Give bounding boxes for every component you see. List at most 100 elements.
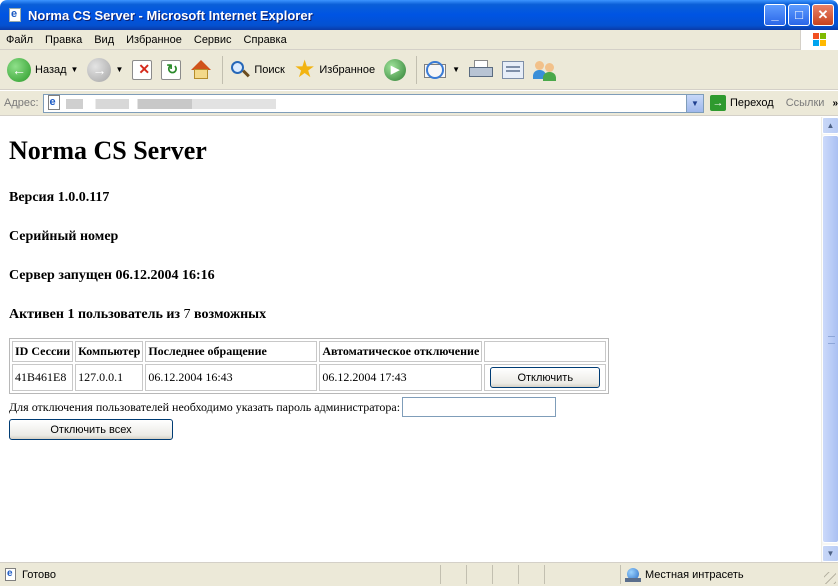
edit-icon: [502, 60, 525, 79]
address-label: Адрес:: [4, 97, 39, 109]
favorites-button[interactable]: ★ Избранное: [291, 54, 378, 86]
menu-favorites[interactable]: Избранное: [126, 34, 182, 46]
users-icon: [533, 59, 557, 81]
server-started-text: Сервер запущен 06.12.2004 16:16: [9, 268, 215, 283]
toolbar-separator: [222, 55, 224, 84]
status-pane: [440, 565, 466, 584]
disconnect-button[interactable]: Отключить: [490, 367, 601, 388]
print-button[interactable]: [466, 54, 496, 86]
status-text: Готово: [22, 568, 56, 581]
edit-button[interactable]: [499, 54, 527, 86]
chevron-down-icon[interactable]: ▼: [115, 65, 123, 74]
search-label: Поиск: [254, 63, 285, 76]
admin-password-field[interactable]: [402, 397, 557, 417]
links-label[interactable]: Ссылки: [786, 97, 825, 109]
refresh-icon: ↻: [161, 59, 182, 80]
media-icon: ▶: [384, 58, 407, 81]
home-button[interactable]: [187, 54, 215, 86]
menu-bar: Файл Правка Вид Избранное Сервис Справка: [0, 30, 838, 50]
zone-label: Местная интрасеть: [645, 568, 744, 581]
version-text: Версия 1.0.0.117: [9, 190, 110, 205]
password-prompt: Для отключения пользователей необходимо …: [9, 399, 401, 414]
messenger-button[interactable]: [530, 54, 560, 86]
chevron-down-icon[interactable]: ▼: [452, 65, 460, 74]
favorites-label: Избранное: [319, 63, 376, 76]
admin-password-row: Для отключения пользователей необходимо …: [9, 397, 821, 417]
toolbar-separator: [416, 55, 418, 84]
serial-number-text: Серийный номер: [9, 229, 119, 244]
page-content: Norma CS Server Версия 1.0.0.117 Серийны…: [0, 117, 821, 562]
star-icon: ★: [293, 55, 316, 83]
forward-button[interactable]: → ▼: [84, 54, 126, 86]
go-label: Переход: [730, 97, 774, 109]
window-title-bar[interactable]: e Norma CS Server - Microsoft Internet E…: [0, 0, 838, 30]
status-pane: [492, 565, 518, 584]
vertical-scrollbar[interactable]: ▲ ▼: [821, 117, 838, 562]
page-done-icon: e: [4, 567, 18, 582]
status-bar: e Готово Местная интрасеть: [0, 562, 838, 586]
forward-arrow-icon: →: [87, 57, 112, 82]
active-users-prefix: Активен 1 пользователь из: [9, 307, 184, 322]
scroll-down-button[interactable]: ▼: [822, 545, 838, 562]
menu-file[interactable]: Файл: [6, 34, 33, 46]
status-panes: [440, 565, 570, 584]
disconnect-all-button[interactable]: Отключить всех: [9, 419, 173, 440]
column-header-session-id: ID Сессии: [12, 341, 74, 362]
status-pane: [518, 565, 544, 584]
action-cell: Отключить: [484, 364, 607, 391]
scroll-up-button[interactable]: ▲: [822, 117, 838, 134]
active-users-count: 7: [183, 307, 191, 322]
resize-grip-icon[interactable]: [824, 572, 836, 584]
close-icon: ✕: [817, 7, 829, 22]
table-header-row: ID Сессии Компьютер Последнее обращение …: [12, 341, 607, 362]
scroll-thumb[interactable]: [822, 135, 838, 543]
menu-tools[interactable]: Сервис: [194, 34, 232, 46]
grip-icon: [828, 336, 835, 344]
back-button[interactable]: ← Назад ▼: [4, 54, 81, 86]
maximize-button[interactable]: □: [788, 4, 810, 26]
page-title: Norma CS Server: [9, 136, 207, 165]
menu-view[interactable]: Вид: [94, 34, 114, 46]
menu-help[interactable]: Справка: [244, 34, 287, 46]
search-icon: [230, 60, 251, 80]
column-header-action: [484, 341, 607, 362]
sessions-table: ID Сессии Компьютер Последнее обращение …: [9, 338, 610, 394]
mail-icon: [424, 60, 448, 79]
media-button[interactable]: ▶: [381, 54, 409, 86]
chevron-down-icon[interactable]: ▼: [71, 65, 79, 74]
computer-cell: 127.0.0.1: [75, 364, 144, 391]
mail-button[interactable]: ▼: [421, 54, 463, 86]
links-chevron-icon[interactable]: »: [832, 98, 838, 109]
search-button[interactable]: Поиск: [227, 54, 287, 86]
menu-edit[interactable]: Правка: [45, 34, 82, 46]
window-title: Norma CS Server - Microsoft Internet Exp…: [28, 7, 313, 23]
maximize-icon: □: [795, 7, 803, 22]
column-header-auto-disconnect: Автоматическое отключение: [319, 341, 483, 362]
last-access-cell: 06.12.2004 16:43: [145, 364, 318, 391]
go-arrow-icon: →: [710, 95, 726, 111]
chevron-down-icon[interactable]: ▼: [686, 94, 703, 112]
ie-page-icon: e: [7, 7, 23, 23]
active-users-text: Активен 1 пользователь из 7 возможных: [9, 307, 821, 323]
column-header-last-access: Последнее обращение: [145, 341, 318, 362]
address-bar: Адрес: e ▼ → Переход Ссылки »: [0, 91, 838, 116]
printer-icon: [469, 59, 494, 80]
windows-logo-icon: [800, 30, 838, 50]
back-arrow-icon: ←: [7, 57, 31, 82]
go-button[interactable]: → Переход: [710, 95, 774, 111]
session-id-cell: 41B461E8: [12, 364, 74, 391]
minimize-button[interactable]: _: [764, 4, 786, 26]
active-users-suffix: возможных: [190, 307, 267, 322]
close-button[interactable]: ✕: [812, 4, 834, 26]
page-icon: e: [46, 95, 62, 111]
refresh-button[interactable]: ↻: [158, 54, 184, 86]
status-pane: [544, 565, 570, 584]
stop-button[interactable]: ✕: [129, 54, 155, 86]
home-icon: [190, 59, 212, 80]
security-zone[interactable]: Местная интрасеть: [620, 565, 744, 584]
address-input[interactable]: e ▼: [42, 93, 704, 113]
stop-icon: ✕: [132, 59, 153, 80]
toolbar: ← Назад ▼ → ▼ ✕ ↻ Поиск ★ Избранное ▶ ▼: [0, 50, 838, 90]
back-label: Назад: [35, 63, 67, 76]
address-url-redacted: [65, 98, 276, 109]
